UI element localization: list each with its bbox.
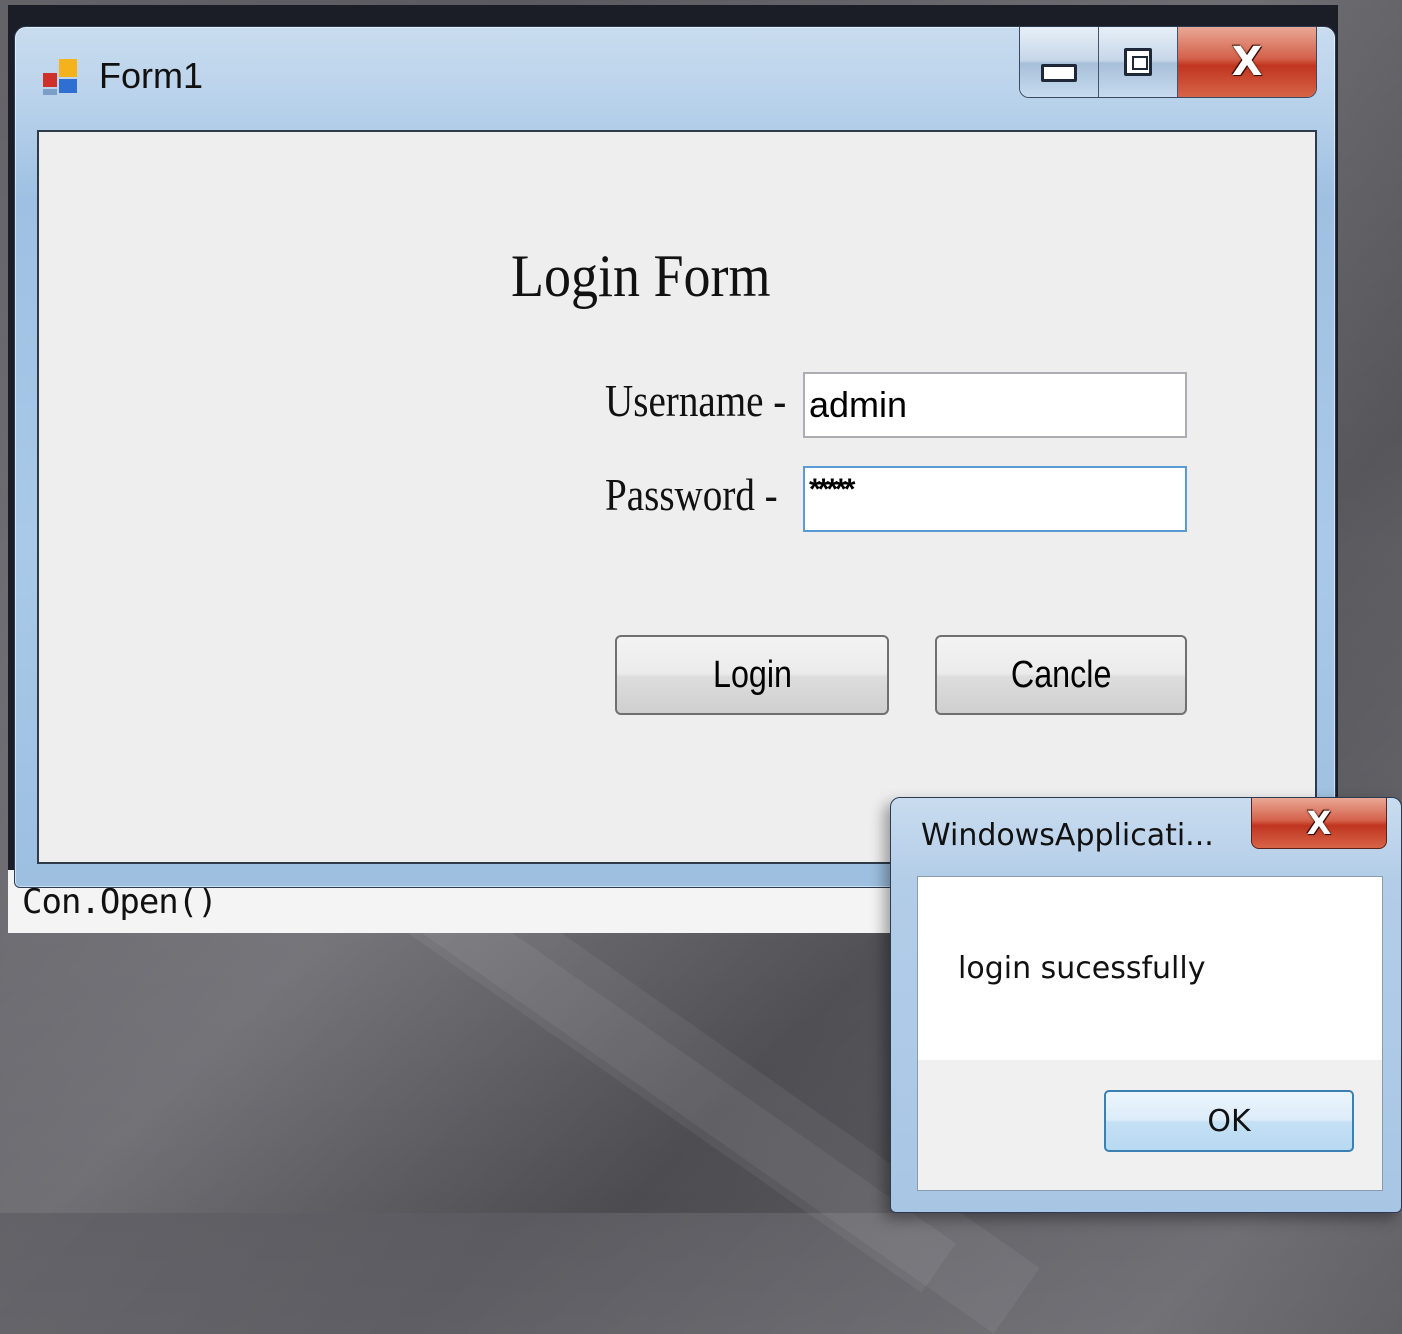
form1-window: Form1 X Login Form Username - admin Pass…	[14, 26, 1336, 888]
minimize-button[interactable]	[1020, 27, 1099, 97]
title-bar[interactable]: Form1 X	[15, 27, 1335, 127]
form-heading: Login Form	[511, 243, 771, 309]
message-text: login sucessfully	[958, 951, 1206, 986]
message-box: WindowsApplicati... X login sucessfully …	[890, 797, 1402, 1213]
maximize-icon	[1124, 48, 1152, 76]
cancel-button[interactable]: Cancle	[935, 635, 1187, 715]
cancel-button-label: Cancle	[1010, 653, 1112, 696]
close-icon: X	[1306, 804, 1332, 842]
window-title: Form1	[99, 55, 204, 96]
app-icon	[43, 59, 79, 95]
message-box-footer: OK	[918, 1060, 1382, 1190]
login-button-label: Login	[712, 653, 792, 696]
maximize-button[interactable]	[1099, 27, 1178, 97]
message-box-body: login sucessfully OK	[917, 876, 1383, 1191]
password-label: Password -	[605, 469, 778, 520]
caption-buttons: X	[1019, 27, 1317, 98]
form-client-area: Login Form Username - admin Password - *…	[37, 130, 1317, 864]
close-icon: X	[1231, 39, 1263, 85]
ok-button[interactable]: OK	[1104, 1090, 1354, 1152]
code-editor-line: Con.Open()	[22, 882, 218, 922]
close-button[interactable]: X	[1178, 27, 1316, 97]
message-box-title: WindowsApplicati...	[921, 818, 1214, 853]
login-button[interactable]: Login	[615, 635, 889, 715]
username-input[interactable]: admin	[803, 372, 1187, 438]
message-box-close-button[interactable]: X	[1251, 798, 1387, 849]
password-input[interactable]: *****	[803, 466, 1187, 532]
minimize-icon	[1041, 64, 1077, 82]
username-label: Username -	[605, 375, 787, 426]
